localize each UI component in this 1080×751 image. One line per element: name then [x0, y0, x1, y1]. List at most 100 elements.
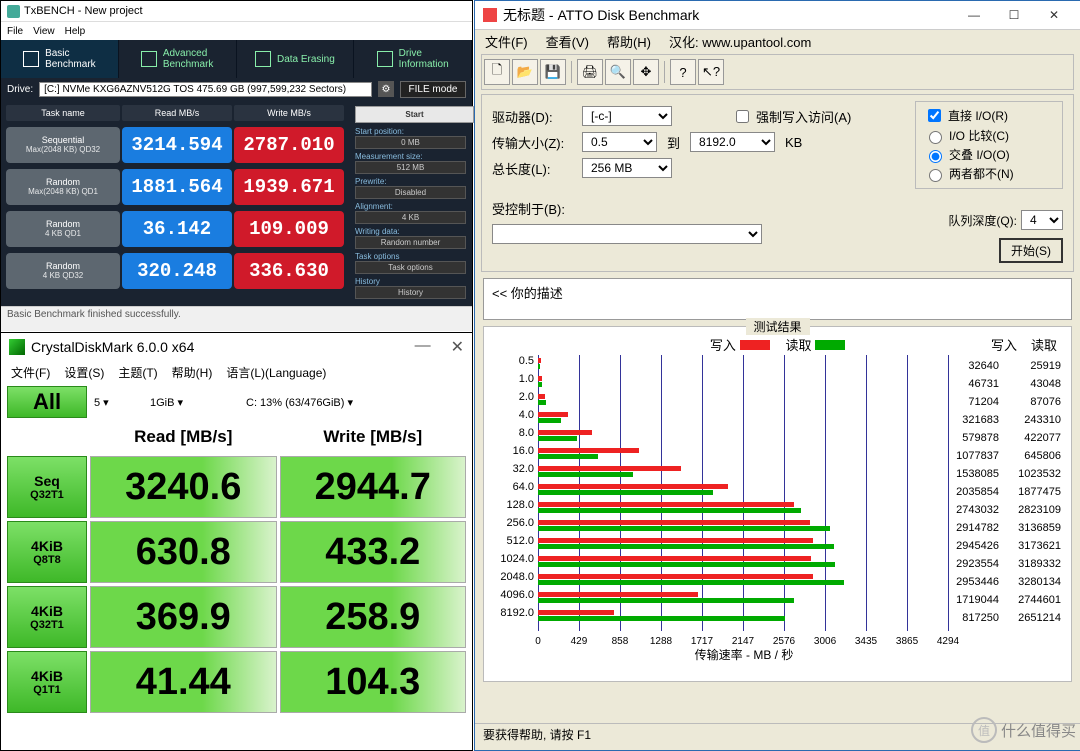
controlled-select[interactable]: [492, 224, 762, 244]
xfer-to-select[interactable]: 8192.0: [690, 132, 775, 152]
write-bar: [538, 412, 568, 417]
menu-file[interactable]: 文件(F): [485, 32, 528, 51]
menu-file[interactable]: 文件(F): [11, 364, 50, 381]
write-swatch: [740, 340, 770, 350]
io-neither-radio[interactable]: [929, 169, 942, 182]
atto-titlebar: 无标题 - ATTO Disk Benchmark — ☐ ✕: [475, 1, 1080, 30]
close-button[interactable]: ✕: [451, 337, 464, 357]
write-value: 2787.010: [234, 127, 344, 163]
maximize-button[interactable]: ☐: [996, 5, 1032, 25]
write-bar: [538, 592, 698, 597]
size-select[interactable]: 1GiB ▾: [150, 396, 240, 409]
write-bar: [538, 430, 592, 435]
test-button-4KiB-Q1T1[interactable]: 4KiBQ1T1: [7, 651, 87, 713]
start-button[interactable]: Start: [355, 106, 474, 123]
menu-language[interactable]: 语言(L)(Language): [226, 364, 326, 381]
test-name[interactable]: Random4 KB QD32: [6, 253, 120, 289]
crystaldiskmark-window: CrystalDiskMark 6.0.0 x64 — ✕ 文件(F) 设置(S…: [1, 332, 472, 750]
gear-icon[interactable]: ⚙: [378, 81, 394, 97]
print-icon[interactable]: 🖨: [577, 59, 603, 85]
menu-help[interactable]: 帮助(H): [607, 32, 651, 51]
preview-icon[interactable]: 🔍: [605, 59, 631, 85]
side-value[interactable]: 512 MB: [355, 161, 466, 174]
read-cell: 41.44: [90, 651, 277, 713]
test-name[interactable]: SequentialMax(2048 KB) QD32: [6, 127, 120, 163]
drive-select[interactable]: [-c-]: [582, 106, 672, 126]
side-button[interactable]: History: [355, 286, 466, 299]
xfer-from-select[interactable]: 0.5: [582, 132, 657, 152]
results-title: 测试结果: [745, 318, 809, 335]
drive-row: Drive: [C:] NVMe KXG6AZNV512G TOS 475.69…: [1, 78, 472, 100]
write-bar: [538, 610, 614, 615]
test-button-Seq-Q32T1[interactable]: SeqQ32T1: [7, 456, 87, 518]
side-value[interactable]: 4 KB: [355, 211, 466, 224]
save-icon[interactable]: 💾: [540, 59, 566, 85]
length-label: 总长度(L):: [492, 159, 572, 178]
move-icon[interactable]: ✥: [633, 59, 659, 85]
filemode-button[interactable]: FILE mode: [400, 81, 466, 98]
side-value[interactable]: 0 MB: [355, 136, 466, 149]
side-value[interactable]: Disabled: [355, 186, 466, 199]
atto-config: 驱动器(D): [-c-] 强制写入访问(A) 传输大小(Z): 0.5 到 8…: [481, 94, 1074, 272]
tab-advanced-benchmark[interactable]: Advanced Benchmark: [119, 40, 237, 78]
length-select[interactable]: 256 MB: [582, 158, 672, 178]
force-write-checkbox[interactable]: [736, 110, 749, 123]
menu-view[interactable]: View: [33, 26, 55, 37]
tab-data-erasing[interactable]: Data Erasing: [237, 40, 355, 78]
tab-basic-benchmark[interactable]: Basic Benchmark: [1, 40, 119, 78]
test-button-4KiB-Q32T1[interactable]: 4KiBQ32T1: [7, 586, 87, 648]
header-write: Write [MB/s]: [280, 421, 467, 453]
direct-io-checkbox[interactable]: [928, 109, 941, 122]
side-button[interactable]: Task options: [355, 261, 466, 274]
menu-help[interactable]: 帮助(H): [172, 364, 213, 381]
io-overlap-radio[interactable]: [929, 150, 942, 163]
cdm-grid: All 5 ▾ 1GiB ▾ C: 13% (63/476GiB) ▾ Read…: [1, 383, 472, 716]
write-bar: [538, 502, 794, 507]
write-bar: [538, 574, 813, 579]
menu-theme[interactable]: 主题(T): [118, 364, 157, 381]
all-button[interactable]: All: [7, 386, 87, 418]
cdm-title: CrystalDiskMark 6.0.0 x64: [31, 339, 194, 355]
txbench-title: TxBENCH - New project: [24, 5, 143, 17]
results-chart: 传输速率 - MB / 秒 04298581288171721472576300…: [490, 355, 950, 645]
read-value: 1881.564: [122, 169, 232, 205]
write-bar: [538, 448, 639, 453]
test-button-4KiB-Q8T8[interactable]: 4KiBQ8T8: [7, 521, 87, 583]
xfer-label: 传输大小(Z):: [492, 133, 572, 152]
io-compare-radio[interactable]: [929, 131, 942, 144]
help-icon[interactable]: ?: [670, 59, 696, 85]
side-value[interactable]: Random number: [355, 236, 466, 249]
read-cell: 3240.6: [90, 456, 277, 518]
menu-view[interactable]: 查看(V): [546, 32, 589, 51]
runs-select[interactable]: 5 ▾: [94, 396, 144, 409]
results-numbers: 3264025919467314304871204870763216832433…: [947, 357, 1061, 627]
description-box[interactable]: << 你的描述: [483, 278, 1072, 320]
basic-icon: [23, 51, 39, 67]
txbench-status: Basic Benchmark finished successfully.: [1, 306, 472, 331]
read-bar: [538, 508, 801, 513]
menu-file[interactable]: File: [7, 26, 23, 37]
menu-settings[interactable]: 设置(S): [64, 364, 104, 381]
menu-extra: 汉化: www.upantool.com: [669, 32, 811, 51]
start-button[interactable]: 开始(S): [999, 238, 1063, 263]
minimize-button[interactable]: —: [415, 337, 431, 357]
tab-drive-information[interactable]: Drive Information: [354, 40, 472, 78]
write-bar: [538, 556, 811, 561]
read-value: 36.142: [122, 211, 232, 247]
new-icon[interactable]: 🗋: [484, 59, 510, 85]
test-name[interactable]: RandomMax(2048 KB) QD1: [6, 169, 120, 205]
read-swatch: [815, 340, 845, 350]
txbench-window: TxBENCH - New project File View Help Bas…: [1, 1, 472, 331]
write-cell: 104.3: [280, 651, 467, 713]
close-button[interactable]: ✕: [1036, 5, 1072, 25]
minimize-button[interactable]: —: [956, 5, 992, 25]
whatsthis-icon[interactable]: ↖?: [698, 59, 724, 85]
write-bar: [538, 520, 810, 525]
read-bar: [538, 382, 542, 387]
menu-help[interactable]: Help: [65, 26, 86, 37]
open-icon[interactable]: 📂: [512, 59, 538, 85]
drive-select[interactable]: C: 13% (63/476GiB) ▾: [246, 396, 462, 409]
test-name[interactable]: Random4 KB QD1: [6, 211, 120, 247]
queue-depth-select[interactable]: 4: [1021, 210, 1063, 230]
drive-select[interactable]: [C:] NVMe KXG6AZNV512G TOS 475.69 GB (99…: [39, 82, 372, 97]
